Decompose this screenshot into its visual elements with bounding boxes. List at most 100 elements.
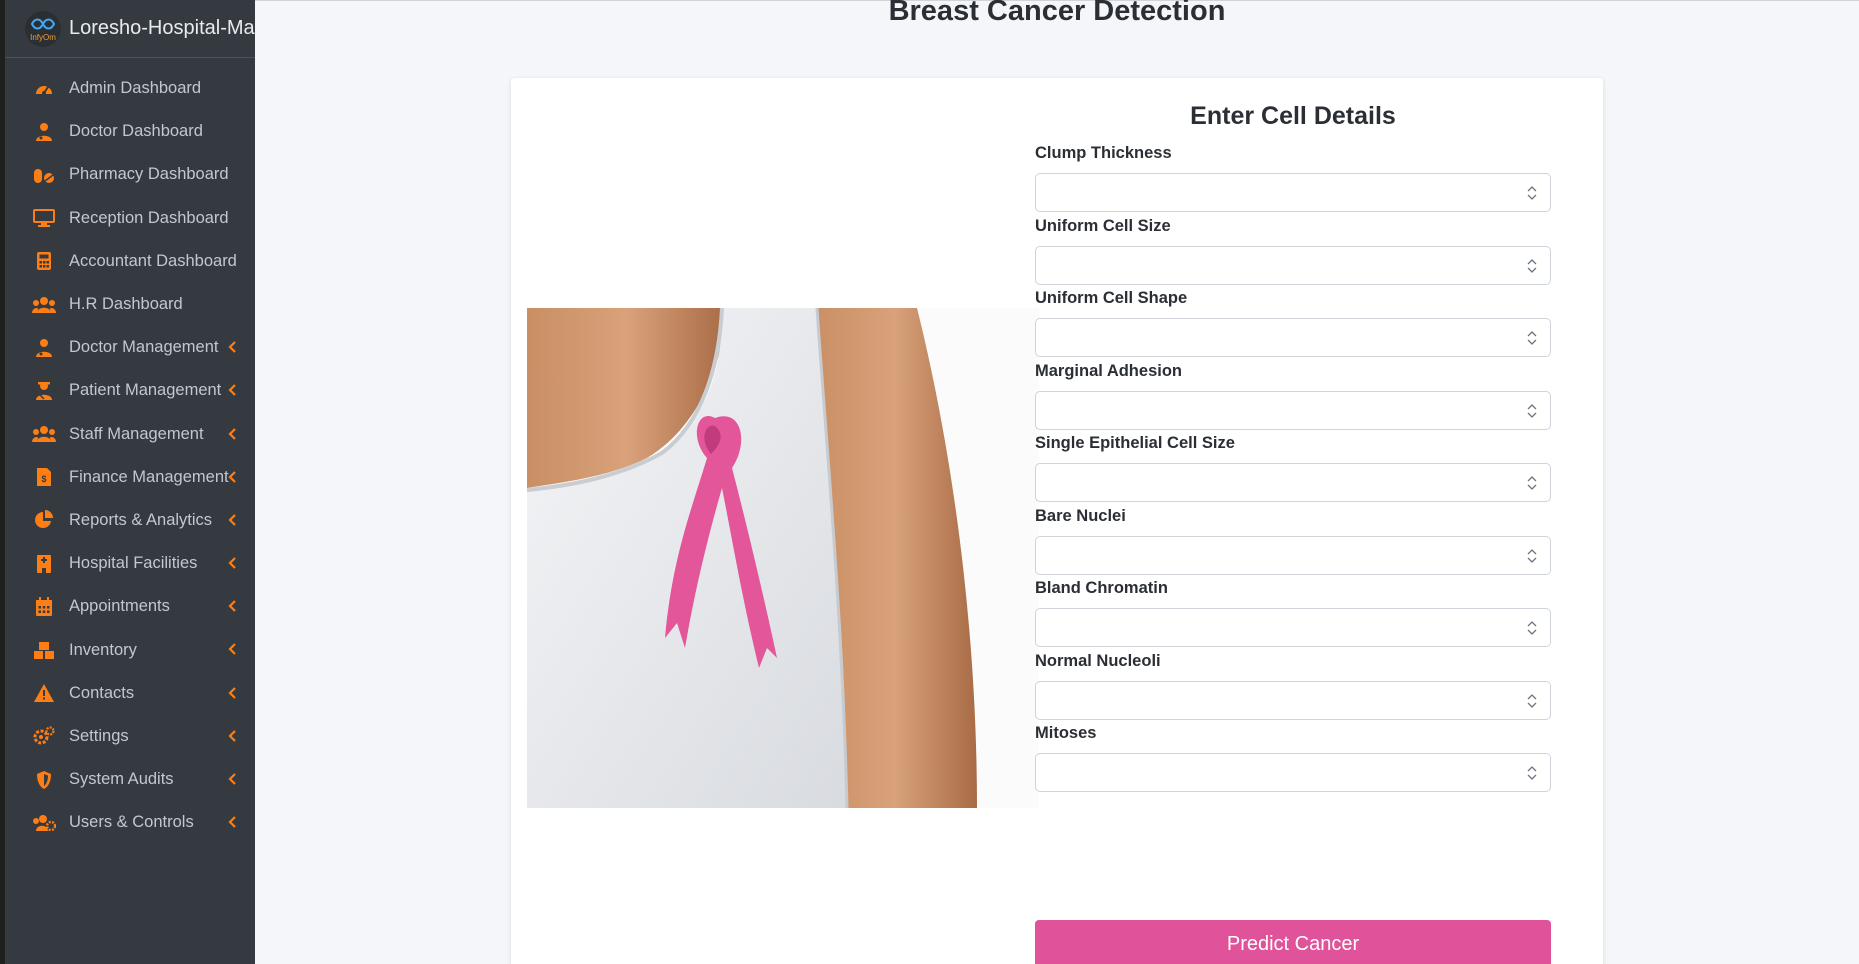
number-spinner-icon[interactable] xyxy=(1524,183,1540,203)
sidebar-item-contacts[interactable]: Contacts xyxy=(5,672,255,715)
uniform-cell-size-input-box xyxy=(1035,245,1551,285)
user-doctor-icon xyxy=(31,121,57,143)
sidebar-item-hospital-facilities[interactable]: Hospital Facilities xyxy=(5,542,255,585)
field-label: Clump Thickness xyxy=(1035,144,1172,162)
calculator-icon xyxy=(31,250,57,272)
normal-nucleoli-input[interactable] xyxy=(1036,681,1550,719)
bland-chromatin-input[interactable] xyxy=(1036,609,1550,646)
chevron-left-icon xyxy=(226,730,238,742)
number-spinner-icon[interactable] xyxy=(1524,546,1540,566)
sidebar-item-label: Pharmacy Dashboard xyxy=(69,165,229,184)
sidebar-item-label: Staff Management xyxy=(69,424,204,443)
normal-nucleoli-input-box xyxy=(1035,680,1551,720)
mitoses-input-box xyxy=(1035,753,1551,792)
sidebar-item-label: Inventory xyxy=(69,640,137,659)
page-title: Breast Cancer Detection xyxy=(888,0,1226,27)
brand-link[interactable]: InfyOm Loresho-Hospital-Management xyxy=(5,0,255,58)
number-spinner-icon[interactable] xyxy=(1524,618,1540,638)
sidebar-item-h-r-dashboard[interactable]: H.R Dashboard xyxy=(5,283,255,326)
chevron-left-icon xyxy=(226,557,238,569)
field-label: Normal Nucleoli xyxy=(1035,651,1161,670)
form-heading: Enter Cell Details xyxy=(1190,102,1396,130)
sidebar-item-appointments[interactable]: Appointments xyxy=(5,585,255,628)
sidebar-item-label: Reception Dashboard xyxy=(69,208,229,227)
pink-ribbon-photo xyxy=(527,308,1039,808)
sidebar-item-settings[interactable]: Settings xyxy=(5,715,255,758)
sidebar-item-label: Finance Management xyxy=(69,467,229,486)
sidebar-item-label: Hospital Facilities xyxy=(69,554,198,573)
sidebar-item-label: Users & Controls xyxy=(69,813,194,832)
single-epithelial-cell-size-input[interactable] xyxy=(1036,464,1550,501)
sidebar-item-finance-management[interactable]: $ Finance Management xyxy=(5,456,255,499)
sidebar-item-system-audits[interactable]: System Audits xyxy=(5,758,255,801)
sidebar-item-inventory[interactable]: Inventory xyxy=(5,628,255,671)
chevron-left-icon xyxy=(226,427,238,440)
field-label: Uniform Cell Shape xyxy=(1035,289,1188,307)
sidebar-item-admin-dashboard[interactable]: Admin Dashboard xyxy=(5,67,255,110)
sidebar-item-label: H.R Dashboard xyxy=(69,295,183,314)
sidebar-item-doctor-dashboard[interactable]: Doctor Dashboard xyxy=(5,110,255,153)
sidebar-item-patient-management[interactable]: Patient Management xyxy=(5,369,255,412)
chart-pie-icon xyxy=(31,509,57,531)
clump-thickness-input-box xyxy=(1035,173,1551,212)
chevron-left-icon xyxy=(226,816,238,828)
sidebar-item-reception-dashboard[interactable]: Reception Dashboard xyxy=(5,197,255,240)
sidebar-item-label: Reports & Analytics xyxy=(69,510,213,529)
single-epithelial-cell-size-input-box xyxy=(1035,463,1551,502)
clump-thickness-input[interactable] xyxy=(1036,174,1550,211)
user-injured-icon xyxy=(31,380,57,402)
number-spinner-icon[interactable] xyxy=(1524,473,1540,493)
sidebar-item-label: Settings xyxy=(69,726,129,745)
bare-nuclei-input-box xyxy=(1035,535,1551,575)
boxes-icon xyxy=(31,639,57,661)
mitoses-input[interactable] xyxy=(1036,754,1550,791)
number-spinner-icon[interactable] xyxy=(1524,256,1540,276)
field-label: Uniform Cell Size xyxy=(1035,216,1171,235)
field-marginal-adhesion: Marginal Adhesion xyxy=(1035,362,1551,430)
number-spinner-icon[interactable] xyxy=(1524,401,1540,421)
sidebar-item-label: Patient Management xyxy=(69,381,222,400)
chevron-left-icon xyxy=(226,773,238,785)
users-cog-icon xyxy=(31,812,57,834)
tachometer-icon xyxy=(31,78,57,100)
chevron-left-icon xyxy=(226,470,238,483)
field-label: Bland Chromatin xyxy=(1035,579,1168,597)
sidebar-item-label: System Audits xyxy=(69,770,174,789)
bland-chromatin-input-box xyxy=(1035,608,1551,647)
user-doctor-icon xyxy=(31,337,57,359)
sidebar-item-accountant-dashboard[interactable]: Accountant Dashboard xyxy=(5,240,255,283)
pills-icon xyxy=(31,164,57,186)
gears-icon xyxy=(31,725,57,747)
brand-logo-text: InfyOm xyxy=(30,33,56,42)
field-label: Marginal Adhesion xyxy=(1035,361,1182,380)
chevron-left-icon xyxy=(226,600,238,613)
marginal-adhesion-input[interactable] xyxy=(1036,391,1550,429)
sidebar-item-label: Accountant Dashboard xyxy=(69,251,237,270)
users-icon xyxy=(31,294,57,316)
sidebar-item-doctor-management[interactable]: Doctor Management xyxy=(5,326,255,369)
sidebar-item-users-and-controls[interactable]: Users & Controls xyxy=(5,801,255,844)
marginal-adhesion-input-box xyxy=(1035,390,1551,430)
number-spinner-icon[interactable] xyxy=(1524,763,1540,783)
field-label: Single Epithelial Cell Size xyxy=(1035,434,1235,452)
bare-nuclei-input[interactable] xyxy=(1036,536,1550,574)
brand-logo: InfyOm xyxy=(25,10,61,47)
predict-cancer-button[interactable]: Predict Cancer xyxy=(1035,920,1551,964)
field-mitoses: Mitoses xyxy=(1035,724,1551,792)
number-spinner-icon[interactable] xyxy=(1524,691,1540,711)
chevron-left-icon xyxy=(226,514,238,526)
chevron-left-icon xyxy=(226,643,238,656)
field-clump-thickness: Clump Thickness xyxy=(1035,144,1551,212)
sidebar-item-pharmacy-dashboard[interactable]: Pharmacy Dashboard xyxy=(5,153,255,196)
invoice-dollar-icon: $ xyxy=(31,466,57,488)
svg-text:$: $ xyxy=(41,474,46,484)
uniform-cell-shape-input[interactable] xyxy=(1036,319,1550,356)
field-single-epithelial-cell-size: Single Epithelial Cell Size xyxy=(1035,434,1551,502)
number-spinner-icon[interactable] xyxy=(1524,328,1540,348)
sidebar-item-label: Appointments xyxy=(69,597,170,616)
uniform-cell-size-input[interactable] xyxy=(1036,246,1550,284)
uniform-cell-shape-input-box xyxy=(1035,318,1551,357)
sidebar-item-label: Contacts xyxy=(69,683,135,702)
sidebar-item-staff-management[interactable]: Staff Management xyxy=(5,413,255,456)
sidebar-item-reports-and-analytics[interactable]: Reports & Analytics xyxy=(5,499,255,542)
